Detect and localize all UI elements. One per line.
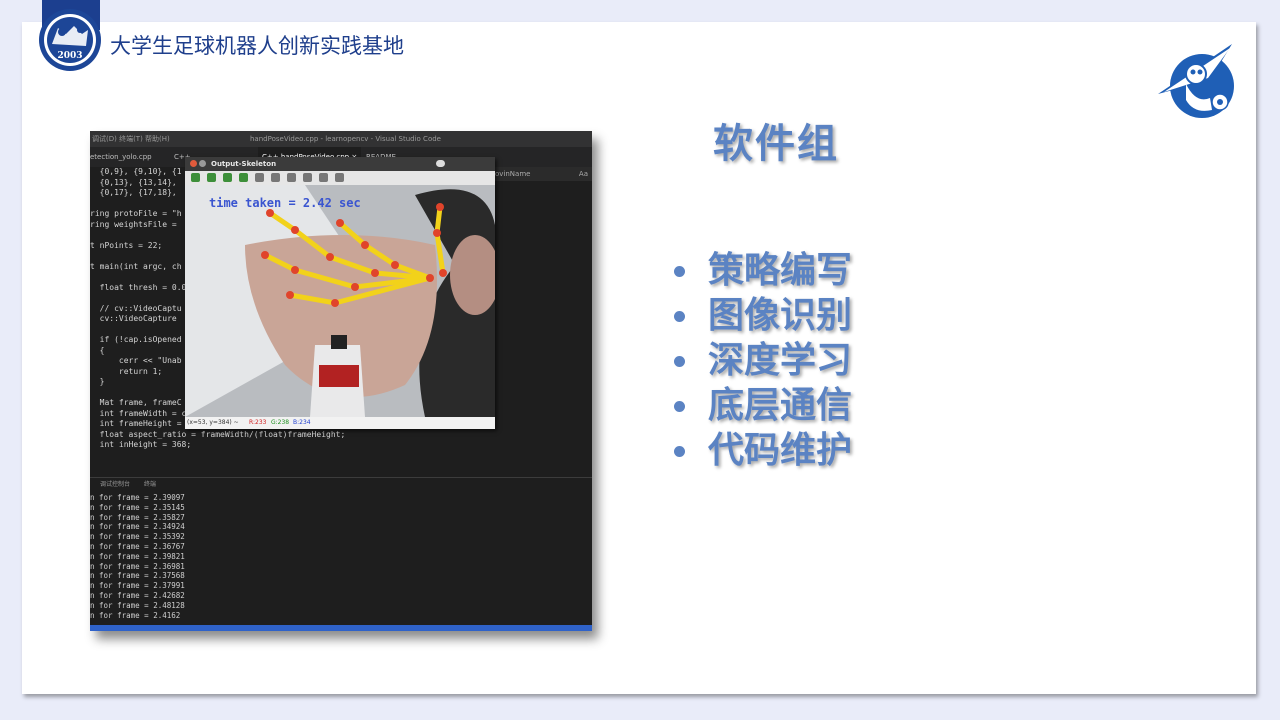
status-r: R:233 [249, 419, 267, 426]
hand-pose-frame: time taken = 2.42 sec [185, 185, 495, 417]
pan-left-icon[interactable] [191, 173, 200, 182]
cloud-icon [436, 160, 445, 167]
zoom-in-icon[interactable] [287, 173, 296, 182]
terminal-output: n for frame = 2.39097 n for frame = 2.351… [90, 493, 592, 623]
team-logo-icon: 2003 [39, 9, 101, 71]
logo-year: 2003 [57, 51, 82, 61]
tab-yolo[interactable]: etection_yolo.cpp [90, 147, 152, 167]
tab-terminal[interactable]: 终端 [144, 478, 156, 492]
ide-menu: 调试(D) 终端(T) 帮助(H) [92, 135, 170, 143]
bullet-dot-icon [674, 446, 685, 457]
pan-down-icon[interactable] [239, 173, 248, 182]
terminal-line: n for frame = 2.4162 [90, 610, 181, 620]
terminal-line: n for frame = 2.39821 [90, 551, 185, 561]
opencv-window-title: Output-Skeleton [211, 160, 277, 168]
save-icon[interactable] [319, 173, 328, 182]
topic-label: 深度学习 [708, 340, 853, 381]
terminal-line: n for frame = 2.36767 [90, 541, 185, 551]
bullet-dot-icon [674, 311, 685, 322]
status-coords: (x=53, y=384) ~ [187, 419, 239, 426]
terminal-line: n for frame = 2.35392 [90, 532, 185, 542]
topic-item: 策略编写 [672, 248, 852, 293]
topic-item: 代码维护 [672, 428, 852, 473]
terminal-line: n for frame = 2.39097 [90, 493, 185, 502]
terminal-line: n for frame = 2.42682 [90, 590, 185, 600]
opencv-titlebar: Output-Skeleton [185, 157, 495, 171]
hand-skeleton-image [185, 185, 495, 417]
ide-statusbar [90, 625, 592, 631]
minimize-icon[interactable] [199, 160, 206, 167]
bullet-dot-icon [674, 266, 685, 277]
code-line: float aspect_ratio = frameWidth/(float)f… [90, 429, 346, 439]
terminal-line: n for frame = 2.37568 [90, 571, 185, 581]
terminal-line: n for frame = 2.34924 [90, 522, 185, 532]
pan-right-icon[interactable] [207, 173, 216, 182]
opencv-statusbar: (x=53, y=384) ~ R:233 G:238 B:234 [185, 417, 495, 429]
bullet-dot-icon [674, 356, 685, 367]
topic-item: 深度学习 [672, 338, 852, 383]
ide-window-title: handPoseVideo.cpp - learnopencv - Visual… [250, 135, 441, 143]
robot-soccer-logo-icon [1158, 44, 1234, 118]
vscode-screenshot: 调试(D) 终端(T) 帮助(H) handPoseVideo.cpp - le… [90, 131, 592, 631]
status-g: G:238 [271, 419, 290, 426]
zoom-out-icon[interactable] [303, 173, 312, 182]
pan-up-icon[interactable] [223, 173, 232, 182]
terminal-line: n for frame = 2.37991 [90, 581, 185, 591]
opencv-window: Output-Skeleton time taken = 2.42 sec (x… [185, 157, 495, 429]
code-line: int inHeight = 368; [90, 440, 192, 449]
topic-item: 底层通信 [672, 383, 852, 428]
section-heading: 软件组 [713, 121, 839, 167]
bullet-dot-icon [674, 401, 685, 412]
topic-item: 图像识别 [672, 293, 852, 338]
zoom-reset-icon[interactable] [271, 173, 280, 182]
terminal-line: n for frame = 2.48128 [90, 600, 185, 610]
topic-label: 底层通信 [708, 385, 853, 426]
terminal-line: n for frame = 2.35145 [90, 502, 185, 512]
topic-label: 代码维护 [708, 430, 853, 471]
topic-list: 策略编写 图像识别 深度学习 底层通信 代码维护 [672, 248, 852, 473]
close-icon[interactable] [190, 160, 197, 167]
terminal-line: n for frame = 2.35827 [90, 512, 185, 522]
ide-titlebar: 调试(D) 终端(T) 帮助(H) handPoseVideo.cpp - le… [90, 131, 592, 147]
tab-debug-console[interactable]: 调试控制台 [100, 478, 130, 492]
topic-label: 策略编写 [708, 250, 853, 291]
terminal-line: n for frame = 2.36981 [90, 561, 185, 571]
org-title: 大学生足球机器人创新实践基地 [110, 34, 404, 58]
topic-label: 图像识别 [708, 295, 853, 336]
time-taken-overlay: time taken = 2.42 sec [209, 196, 361, 210]
status-b: B:234 [293, 419, 311, 426]
zoom-fit-icon[interactable] [255, 173, 264, 182]
terminal-tabs: 调试控制台 终端 [90, 477, 592, 492]
properties-icon[interactable] [335, 173, 344, 182]
opencv-toolbar [185, 171, 495, 185]
